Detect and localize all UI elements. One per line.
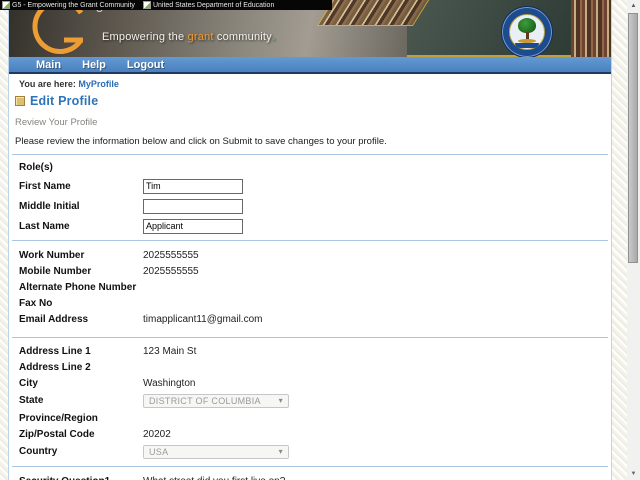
- g5-application-window: 5 Empowering the grant community. Main H…: [0, 0, 640, 480]
- scrollbar-thumb[interactable]: [628, 13, 638, 263]
- field-label: Address Line 2: [19, 361, 91, 373]
- tagline-post: community: [213, 31, 272, 43]
- section-heading: Review Your Profile: [15, 117, 98, 128]
- field-label: Zip/Postal Code: [19, 428, 95, 440]
- instruction-text: Please review the information below and …: [15, 136, 387, 147]
- breadcrumb: You are here: MyProfile: [9, 74, 611, 90]
- tagline-highlight: grant: [187, 31, 214, 43]
- field-label: Middle Initial: [19, 200, 80, 212]
- field-email-address: Email Address timapplicant11@gmail.com: [19, 311, 611, 327]
- state-select[interactable]: DISTRICT OF COLUMBIA ▾: [143, 393, 289, 408]
- page-title: Edit Profile: [30, 94, 99, 108]
- security-section: Security Question1 What street did you f…: [9, 467, 611, 480]
- breadcrumb-link-myprofile[interactable]: MyProfile: [78, 79, 119, 89]
- field-zip-postal-code: Zip/Postal Code 20202: [19, 426, 611, 442]
- g5-logo-icon: [19, 0, 99, 57]
- field-label: City: [19, 377, 38, 389]
- field-label: Mobile Number: [19, 265, 92, 277]
- page-title-row: Edit Profile: [9, 90, 611, 108]
- breadcrumb-prefix: You are here:: [19, 79, 76, 89]
- nav-item-help[interactable]: Help: [82, 59, 106, 71]
- field-value: What street did you first live on?: [143, 476, 285, 480]
- field-address-line-2: Address Line 2: [19, 359, 611, 375]
- nav-item-logout[interactable]: Logout: [127, 59, 164, 71]
- field-label: Alternate Phone Number: [19, 281, 137, 293]
- bookshelf-background: [571, 0, 611, 57]
- field-province-region: Province/Region: [19, 410, 611, 426]
- title-entry-ed: United States Department of Education: [142, 1, 275, 9]
- title-entry-g5: G5 - Empowering the Grant Community: [2, 1, 135, 9]
- field-country: Country USA ▾: [19, 442, 611, 461]
- field-value: 2025555555: [143, 265, 199, 277]
- field-label: Security Question1: [19, 476, 143, 480]
- chevron-down-icon: ▾: [278, 395, 283, 405]
- field-label: Country: [19, 446, 58, 457]
- field-label: State: [19, 395, 44, 406]
- main-navigation-bar: Main Help Logout: [9, 57, 611, 74]
- scroll-up-icon[interactable]: ▲: [627, 1, 640, 11]
- field-city: City Washington: [19, 375, 611, 391]
- bookshelf-diagonal-background: [316, 0, 430, 26]
- field-label: First Name: [19, 180, 71, 192]
- last-name-input[interactable]: [143, 218, 243, 234]
- field-security-question-1: Security Question1 What street did you f…: [19, 473, 611, 480]
- chalkboard-background: [407, 0, 579, 57]
- field-label: Last Name: [19, 220, 70, 232]
- scroll-down-icon[interactable]: ▼: [627, 469, 640, 479]
- chevron-down-icon: ▾: [278, 446, 283, 456]
- contact-section: Work Number 2025555555 Mobile Number 202…: [9, 241, 611, 337]
- header-tagline: Empowering the grant community.: [102, 31, 275, 43]
- field-label: Address Line 1: [19, 345, 91, 357]
- tagline-pre: Empowering the: [102, 31, 188, 43]
- field-last-name: Last Name: [19, 216, 611, 236]
- field-work-number: Work Number 2025555555: [19, 247, 611, 263]
- window-title-strip: G5 - Empowering the Grant Community Unit…: [0, 0, 332, 10]
- broken-image-icon: [2, 1, 10, 9]
- field-roles: Role(s): [19, 158, 611, 176]
- seal-inner-circle: [509, 14, 545, 50]
- field-middle-initial: Middle Initial: [19, 196, 611, 216]
- middle-initial-input[interactable]: [143, 198, 243, 214]
- field-value: 20202: [143, 428, 171, 440]
- seal-tree-foliage: [518, 18, 536, 33]
- field-label: Email Address: [19, 313, 89, 325]
- field-label: Fax No: [19, 297, 53, 309]
- field-value: 2025555555: [143, 249, 199, 261]
- field-label: Work Number: [19, 249, 85, 261]
- address-section: Address Line 1 123 Main St Address Line …: [9, 338, 611, 466]
- field-fax-no: Fax No: [19, 295, 611, 311]
- department-of-education-seal-icon: [501, 6, 553, 57]
- country-select-value: USA: [149, 446, 169, 457]
- field-mobile-number: Mobile Number 2025555555: [19, 263, 611, 279]
- field-label: Province/Region: [19, 412, 98, 424]
- bullet-square-icon: [15, 96, 25, 106]
- seal-banner: [515, 43, 539, 48]
- main-content-column: 5 Empowering the grant community. Main H…: [8, 0, 612, 480]
- country-select[interactable]: USA ▾: [143, 444, 289, 459]
- field-value: Washington: [143, 377, 196, 389]
- field-first-name: First Name: [19, 176, 611, 196]
- broken-image-icon: [142, 1, 151, 9]
- first-name-input[interactable]: [143, 178, 243, 194]
- title-entry-label: G5 - Empowering the Grant Community: [12, 1, 135, 9]
- title-entry-label: United States Department of Education: [152, 1, 275, 9]
- vertical-scrollbar[interactable]: ▲ ▼: [627, 0, 640, 480]
- field-value: timapplicant11@gmail.com: [143, 313, 263, 325]
- name-section: Role(s) First Name Middle Initial Last N…: [9, 155, 611, 240]
- field-label: Role(s): [19, 161, 53, 173]
- nav-item-main[interactable]: Main: [36, 59, 61, 71]
- field-alternate-phone: Alternate Phone Number: [19, 279, 611, 295]
- tagline-period: .: [271, 31, 276, 43]
- state-select-value: DISTRICT OF COLUMBIA: [149, 395, 261, 406]
- field-value: 123 Main St: [143, 345, 197, 357]
- field-address-line-1: Address Line 1 123 Main St: [19, 343, 611, 359]
- field-state: State DISTRICT OF COLUMBIA ▾: [19, 391, 611, 410]
